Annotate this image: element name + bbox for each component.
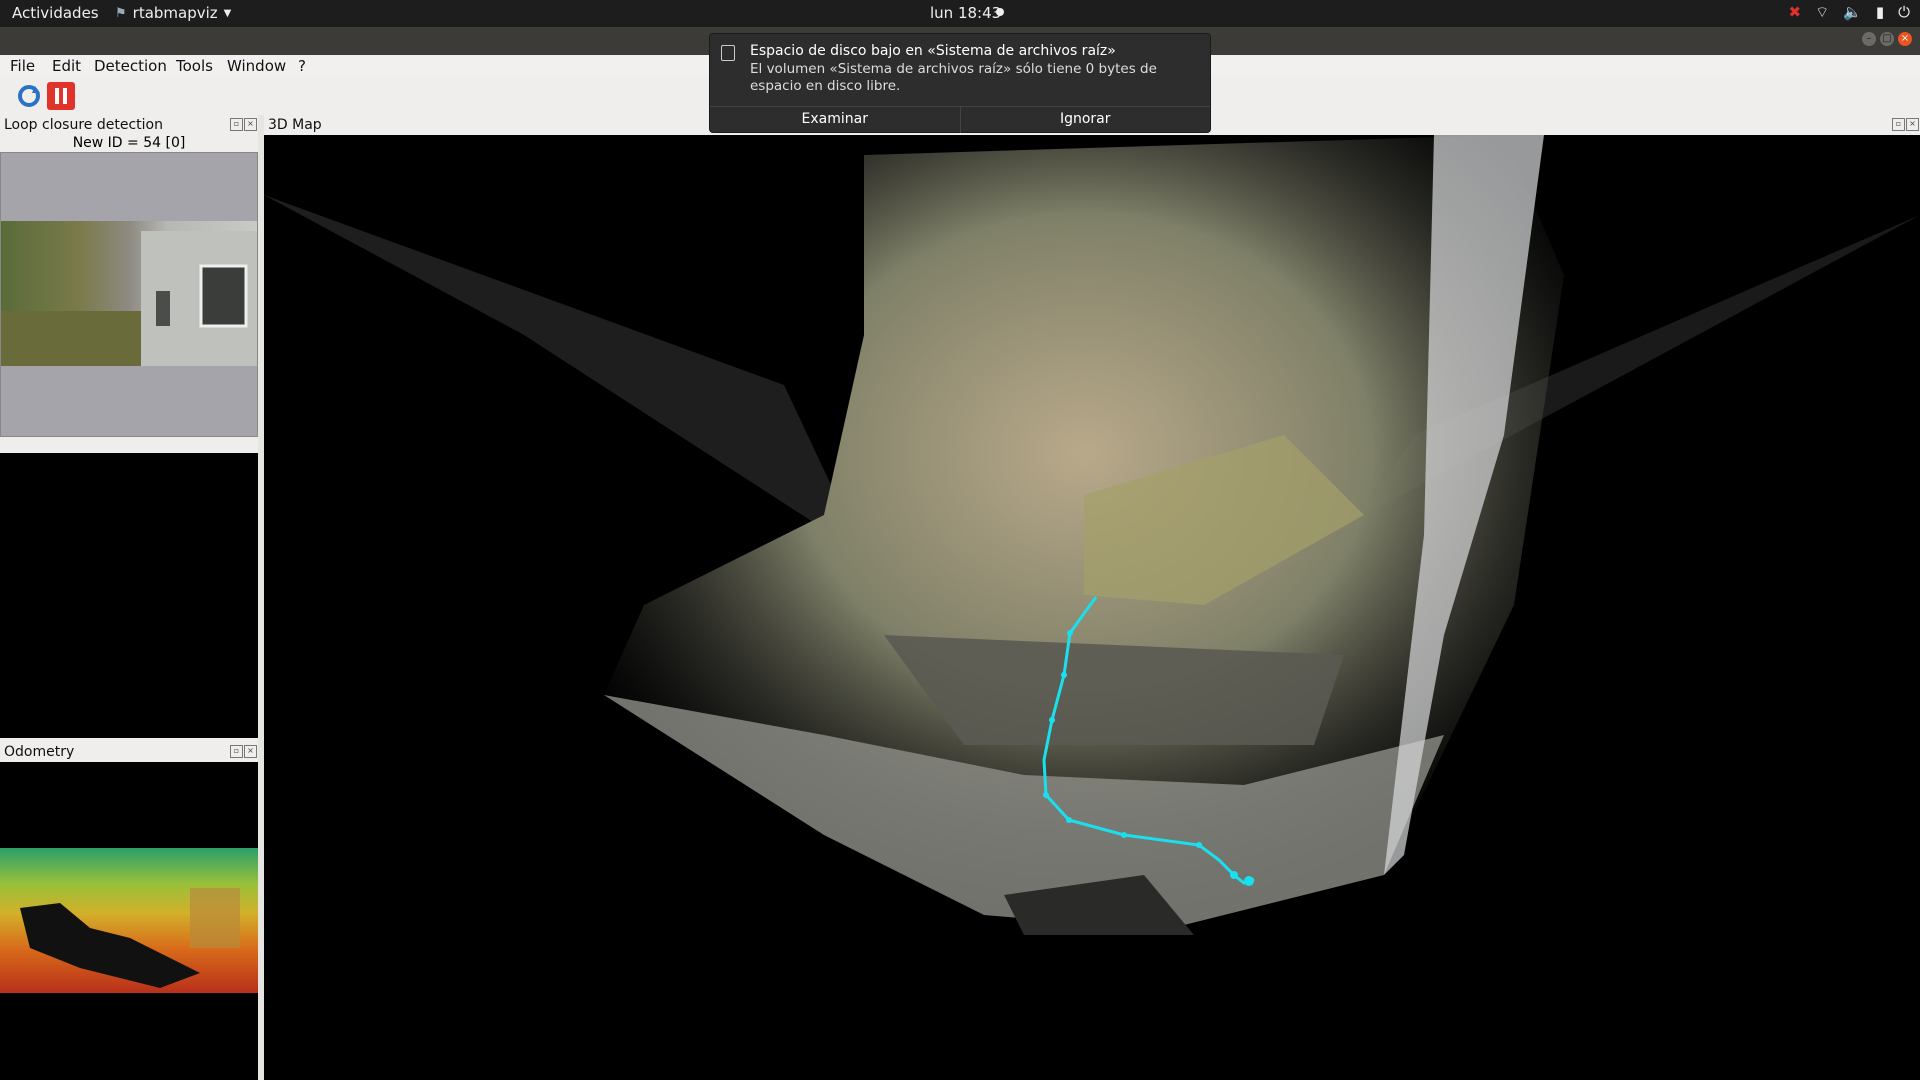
new-id-label: New ID = 54 [0] <box>72 135 186 151</box>
notification-actions: Examinar Ignorar <box>710 106 1210 133</box>
menu-detection[interactable]: Detection <box>94 57 167 75</box>
float-icon[interactable]: ▫ <box>230 745 243 758</box>
system-tray[interactable]: ✖ ⌔ 🔈 ▮ ⏻ <box>1788 3 1910 22</box>
window-controls: – □ × <box>1862 32 1912 46</box>
notification-body: El volumen «Sistema de archivos raíz» só… <box>750 61 1157 94</box>
menu-edit[interactable]: Edit <box>52 57 81 75</box>
float-icon[interactable]: ▫ <box>1892 118 1905 131</box>
disk-icon <box>721 45 735 61</box>
close-icon[interactable]: × <box>244 118 257 131</box>
loop-closure-image <box>0 152 258 437</box>
close-icon[interactable]: × <box>1906 118 1919 131</box>
ignore-button[interactable]: Ignorar <box>961 107 1211 133</box>
odometry-title: Odometry <box>4 744 75 760</box>
notification-dot <box>996 8 1004 16</box>
network-icon[interactable]: ⌔ <box>1815 3 1829 22</box>
examine-button[interactable]: Examinar <box>710 107 961 133</box>
close-icon[interactable]: × <box>244 745 257 758</box>
loop-closure-title: Loop closure detection <box>4 117 163 133</box>
clock[interactable]: lun 18:43 <box>930 4 1001 22</box>
3d-map-view[interactable] <box>264 135 1920 1080</box>
odometry-header: Odometry ▫ × <box>0 742 258 762</box>
pause-icon <box>55 88 67 104</box>
maximize-button[interactable]: □ <box>1880 32 1894 46</box>
odometry-view[interactable] <box>0 762 258 1080</box>
map-title: 3D Map <box>268 117 322 133</box>
update-icon[interactable]: ✖ <box>1788 3 1801 22</box>
loop-closure-header: Loop closure detection ▫ × <box>0 115 258 135</box>
power-icon[interactable]: ⏻ <box>1898 3 1910 22</box>
menu-file[interactable]: File <box>10 57 35 75</box>
volume-icon[interactable]: 🔈 <box>1843 3 1862 22</box>
system-top-bar: Actividades ⚑ rtabmapviz ▼ lun 18:43 ✖ ⌔… <box>0 0 1920 27</box>
app-name: rtabmapviz <box>132 4 218 22</box>
minimize-button[interactable]: – <box>1862 32 1876 46</box>
depth-image <box>0 848 258 993</box>
activities-button[interactable]: Actividades <box>12 4 99 22</box>
low-disk-notification[interactable]: Espacio de disco bajo en «Sistema de arc… <box>709 33 1211 133</box>
refresh-button[interactable] <box>15 82 43 110</box>
empty-view <box>0 455 258 738</box>
pause-button[interactable] <box>47 82 75 110</box>
camera-image <box>1 221 257 366</box>
battery-icon[interactable]: ▮ <box>1876 3 1884 22</box>
app-menu[interactable]: ⚑ rtabmapviz ▼ <box>115 4 231 22</box>
menu-tools[interactable]: Tools <box>176 57 213 75</box>
close-button[interactable]: × <box>1898 32 1912 46</box>
app-icon: ⚑ <box>115 5 127 21</box>
notification-title: Espacio de disco bajo en «Sistema de arc… <box>750 43 1116 59</box>
point-cloud <box>264 135 1920 935</box>
menu-window[interactable]: Window <box>227 57 286 75</box>
refresh-icon <box>18 85 40 107</box>
chevron-down-icon: ▼ <box>223 7 232 19</box>
float-icon[interactable]: ▫ <box>230 118 243 131</box>
menu-help[interactable]: ? <box>298 57 306 75</box>
